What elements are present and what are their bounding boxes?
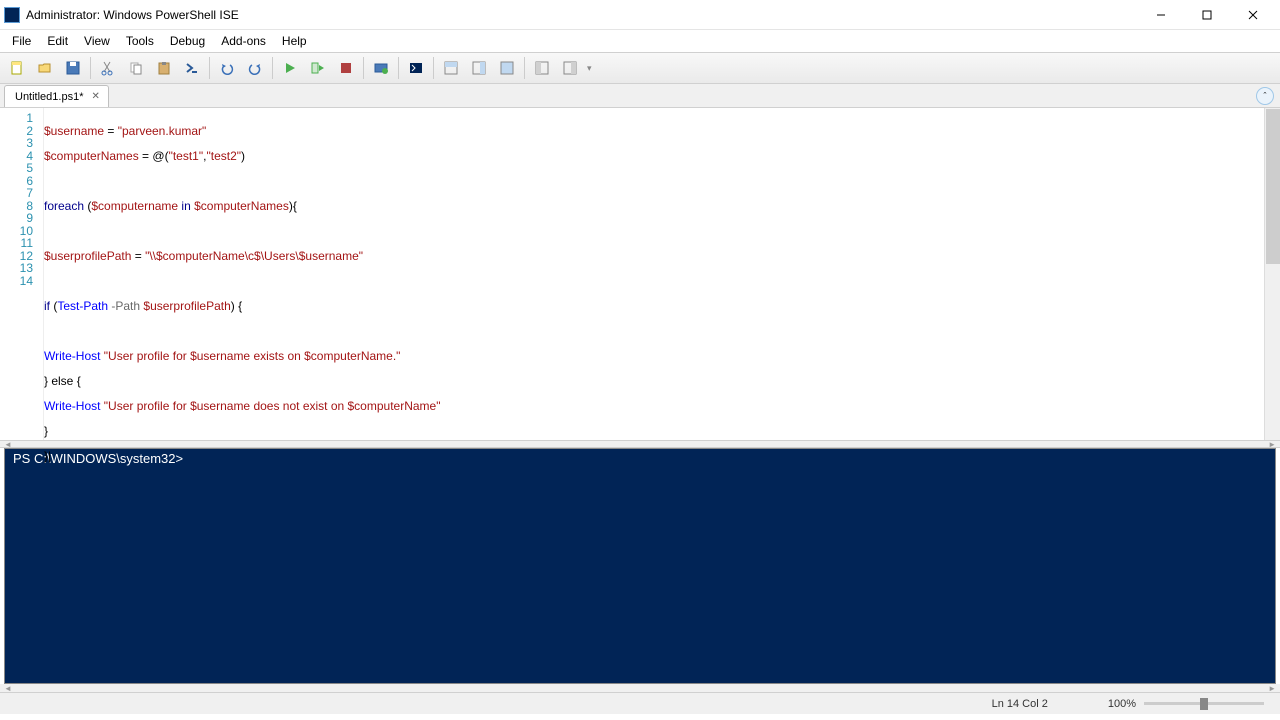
line-number: 9 [0, 212, 33, 225]
run-selection-button[interactable] [305, 55, 331, 81]
line-number: 5 [0, 162, 33, 175]
line-number: 11 [0, 237, 33, 250]
toolbar-separator [272, 57, 273, 79]
script-editor[interactable]: 1 2 3 4 5 6 7 8 9 10 11 12 13 14 $userna… [0, 108, 1280, 440]
toolbar-separator [433, 57, 434, 79]
line-number: 1 [0, 112, 33, 125]
maximize-button[interactable] [1184, 0, 1230, 30]
command-addon-icon [562, 60, 578, 76]
menu-tools[interactable]: Tools [118, 32, 162, 50]
paste-icon [156, 60, 172, 76]
line-number: 7 [0, 187, 33, 200]
show-script-right-button[interactable] [466, 55, 492, 81]
pane-max-icon [499, 60, 515, 76]
new-remote-button[interactable] [368, 55, 394, 81]
save-icon [65, 60, 81, 76]
code-content[interactable]: $username = "parveen.kumar" $computerNam… [44, 108, 1264, 440]
toolbar-separator [398, 57, 399, 79]
window-title: Administrator: Windows PowerShell ISE [26, 8, 1138, 22]
cut-button[interactable] [95, 55, 121, 81]
file-tab-label: Untitled1.ps1* [15, 91, 84, 103]
pane-top-icon [443, 60, 459, 76]
editor-tabs: Untitled1.ps1* ✕ ˆ [0, 84, 1280, 108]
menu-edit[interactable]: Edit [39, 32, 76, 50]
menu-debug[interactable]: Debug [162, 32, 213, 50]
toolbar-separator [524, 57, 525, 79]
show-script-pane-button[interactable] [438, 55, 464, 81]
maximize-icon [1202, 10, 1212, 20]
menu-view[interactable]: View [76, 32, 118, 50]
window-controls [1138, 0, 1276, 30]
new-button[interactable] [4, 55, 30, 81]
cursor-position: Ln 14 Col 2 [992, 698, 1048, 710]
run-script-button[interactable] [277, 55, 303, 81]
editor-scrollbar[interactable] [1264, 108, 1280, 440]
bottom-splitter: ◄ ► [0, 684, 1280, 692]
copy-button[interactable] [123, 55, 149, 81]
title-bar: Administrator: Windows PowerShell ISE [0, 0, 1280, 30]
show-script-max-button[interactable] [494, 55, 520, 81]
redo-icon [247, 60, 263, 76]
toolbar-separator [363, 57, 364, 79]
cut-icon [100, 60, 116, 76]
paste-button[interactable] [151, 55, 177, 81]
menu-file[interactable]: File [4, 32, 39, 50]
undo-icon [219, 60, 235, 76]
play-icon [282, 60, 298, 76]
zoom-slider[interactable] [1144, 702, 1264, 705]
line-number: 14 [0, 275, 33, 288]
toolbar-separator [90, 57, 91, 79]
file-tab-untitled1[interactable]: Untitled1.ps1* ✕ [4, 85, 109, 107]
minimize-button[interactable] [1138, 0, 1184, 30]
pane-right-icon [471, 60, 487, 76]
toolbar-overflow-icon[interactable]: ▾ [587, 63, 592, 74]
zoom-level: 100% [1108, 698, 1136, 710]
close-button[interactable] [1230, 0, 1276, 30]
play-selection-icon [310, 60, 326, 76]
show-command-button[interactable] [529, 55, 555, 81]
menu-bar: File Edit View Tools Debug Add-ons Help [0, 30, 1280, 52]
line-number-gutter: 1 2 3 4 5 6 7 8 9 10 11 12 13 14 [0, 108, 44, 440]
app-icon [4, 7, 20, 23]
toolbar: ▾ [0, 52, 1280, 84]
copy-icon [128, 60, 144, 76]
menu-help[interactable]: Help [274, 32, 315, 50]
line-number: 3 [0, 137, 33, 150]
status-bar: Ln 14 Col 2 100% [0, 692, 1280, 714]
remote-icon [373, 60, 389, 76]
powershell-icon [408, 60, 424, 76]
show-command-addon-button[interactable] [557, 55, 583, 81]
open-folder-icon [37, 60, 53, 76]
tab-close-button[interactable]: ✕ [90, 91, 102, 102]
redo-button[interactable] [242, 55, 268, 81]
start-powershell-button[interactable] [403, 55, 429, 81]
clear-button[interactable] [179, 55, 205, 81]
line-number: 13 [0, 262, 33, 275]
toolbar-separator [209, 57, 210, 79]
menu-addons[interactable]: Add-ons [213, 32, 274, 50]
scrollbar-thumb[interactable] [1266, 109, 1280, 264]
undo-button[interactable] [214, 55, 240, 81]
collapse-script-pane-button[interactable]: ˆ [1256, 87, 1274, 105]
stop-icon [338, 60, 354, 76]
command-pane-icon [534, 60, 550, 76]
minimize-icon [1156, 10, 1166, 20]
stop-button[interactable] [333, 55, 359, 81]
new-file-icon [9, 60, 25, 76]
save-button[interactable] [60, 55, 86, 81]
chevron-up-icon: ˆ [1264, 91, 1267, 101]
open-button[interactable] [32, 55, 58, 81]
prompt-icon [184, 60, 200, 76]
close-icon [1248, 10, 1258, 20]
